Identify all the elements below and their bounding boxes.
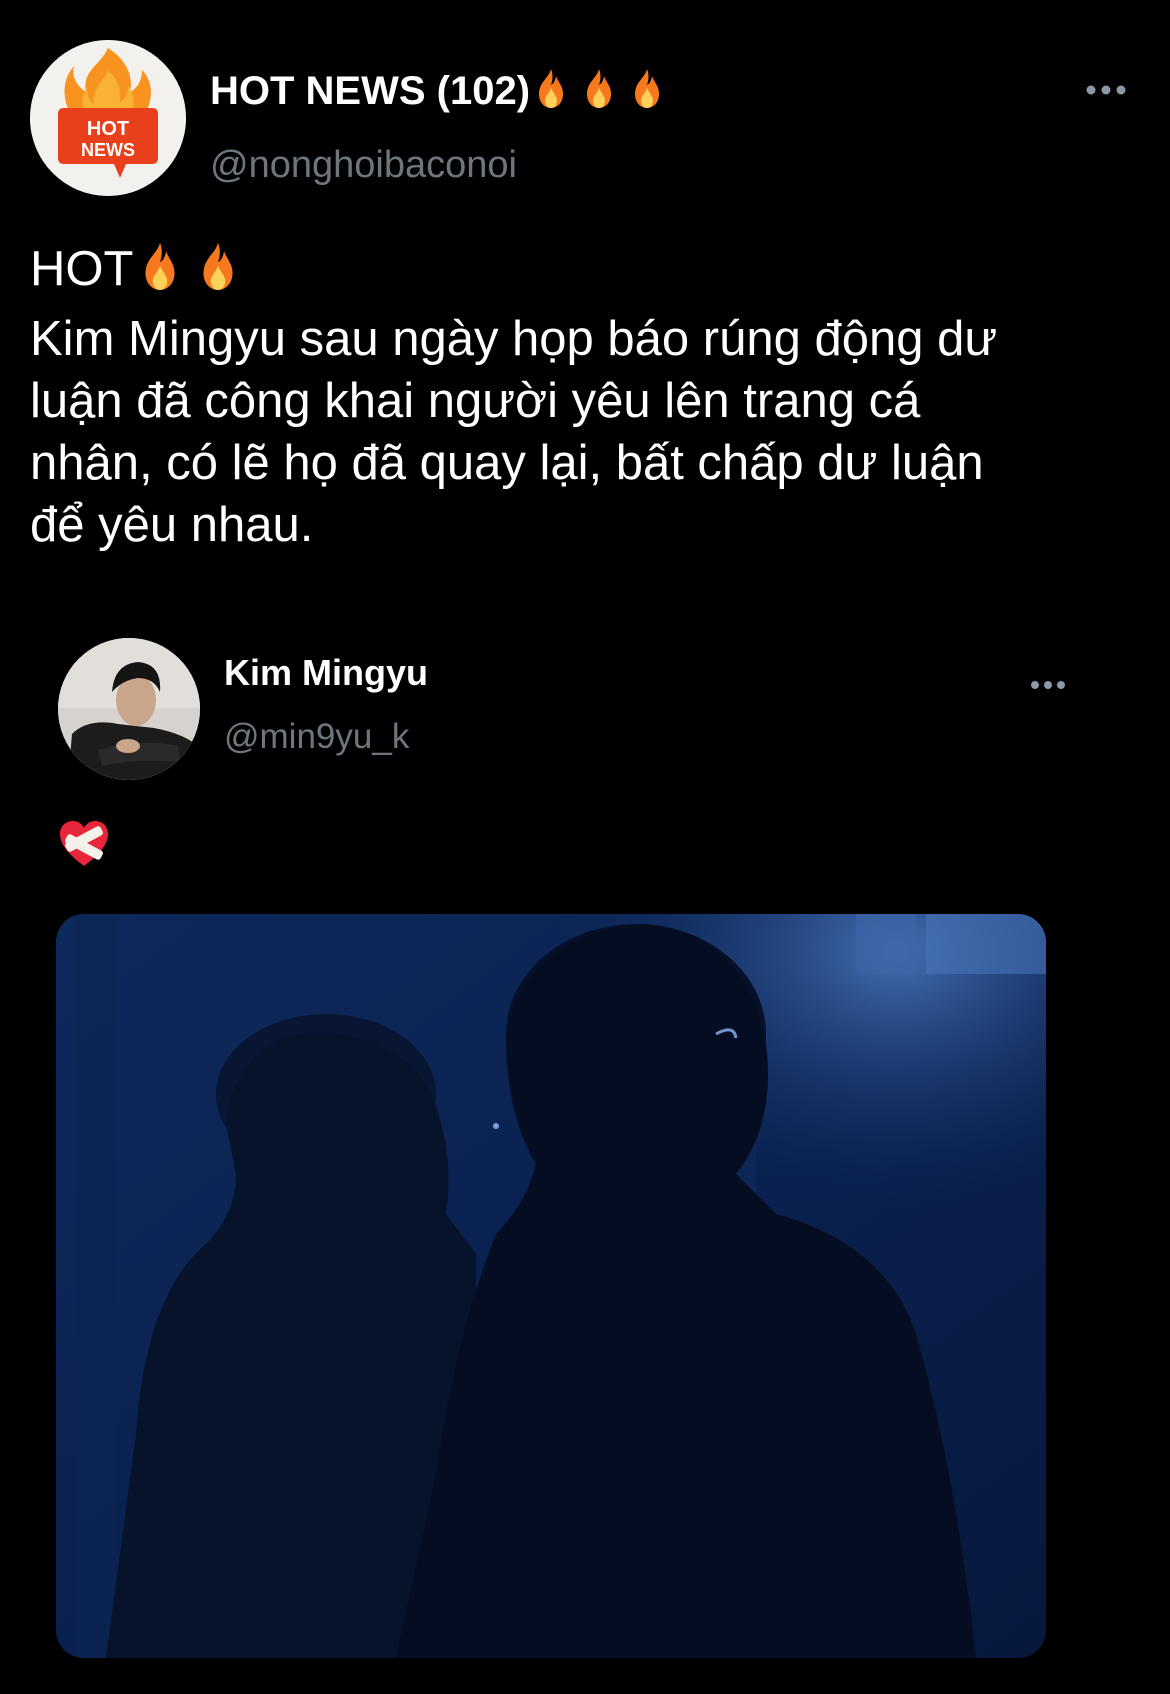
hot-news-logo: HOT NEWS — [30, 40, 186, 196]
tweet-text-line: để yêu nhau. — [30, 498, 314, 552]
profile-photo — [58, 638, 200, 780]
tweet-text-line: nhân, có lẽ họ đã quay lại, bất chấp dư … — [30, 436, 984, 490]
fire-icon — [137, 241, 183, 308]
tweet-text-line: luận đã công khai người yêu lên trang cá — [30, 374, 921, 428]
author-name-text: HOT NEWS (102) — [210, 69, 531, 113]
tweet-text: HOT Kim Mingyu sau ngày họp báo rúng độn… — [30, 238, 1150, 556]
more-horizontal-icon[interactable] — [1030, 678, 1066, 692]
author-name-emojis — [532, 64, 676, 124]
author-handle[interactable]: @nonghoibaconoi — [210, 140, 517, 190]
more-horizontal-icon[interactable] — [1086, 82, 1126, 98]
quoted-author-handle[interactable]: @min9yu_k — [224, 714, 409, 760]
fire-icon — [195, 241, 241, 308]
mending-heart-icon — [60, 821, 108, 866]
fire-icon — [628, 68, 666, 124]
tweet-text-line: HOT — [30, 238, 1150, 308]
author-avatar[interactable]: HOT NEWS — [30, 40, 186, 196]
author-display-name[interactable]: HOT NEWS (102) — [210, 64, 676, 124]
photo-image — [56, 914, 1046, 1658]
quoted-author-name[interactable]: Kim Mingyu — [224, 650, 428, 696]
quoted-author-avatar[interactable] — [58, 638, 200, 780]
quoted-tweet-photo[interactable] — [56, 914, 1046, 1658]
tweet-text-line: Kim Mingyu sau ngày họp báo rúng động dư — [30, 312, 998, 366]
tweet-text-hot: HOT — [30, 242, 134, 296]
logo-text-news: NEWS — [81, 140, 135, 160]
logo-text-hot: HOT — [87, 118, 129, 140]
fire-icon — [580, 68, 618, 124]
fire-icon — [532, 68, 570, 124]
tweet-detail-screen: HOT NEWS HOT NEWS (102) @nonghoibaconoi … — [0, 0, 1170, 1694]
